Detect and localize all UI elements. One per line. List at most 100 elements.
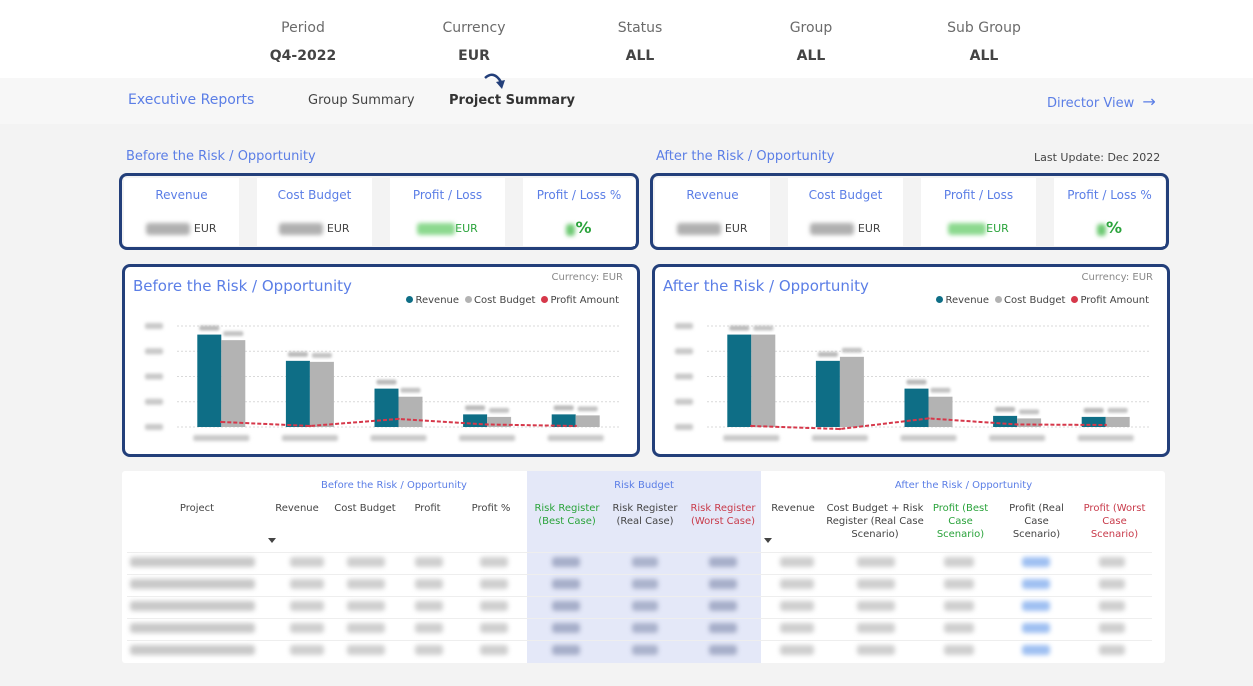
filter-value[interactable]: ALL (924, 48, 1044, 64)
chart-legend: Revenue Cost Budget Profit Amount (936, 295, 1149, 306)
table-cell (347, 645, 385, 655)
sort-down-icon[interactable] (268, 538, 276, 543)
col-profit-best[interactable]: Profit (Best Case Scenario) (928, 502, 993, 541)
point-profit-amount (220, 420, 223, 424)
risk-budget-band (527, 471, 761, 663)
filter-label: Sub Group (947, 20, 1021, 36)
col-profit-worst[interactable]: Profit (Worst Case Scenario) (1077, 502, 1152, 541)
table-cell (944, 623, 974, 633)
legend-profit-amount: Profit Amount (1071, 295, 1149, 306)
data-label-cost (1107, 407, 1128, 413)
kpi-label: Profit / Loss % (536, 188, 622, 202)
col-cost-rr[interactable]: Cost Budget + Risk Register (Real Case S… (825, 502, 925, 541)
point-profit-amount (308, 424, 312, 428)
nav-director-view[interactable]: Director View → (1047, 92, 1156, 111)
data-label-cost (223, 331, 244, 337)
kpi-unit: EUR (857, 222, 881, 235)
filter-bar: Period Q4-2022 Currency EUR Status ALL G… (0, 0, 1253, 78)
filter-value[interactable]: ALL (580, 48, 700, 64)
col-revenue-after[interactable]: Revenue (764, 502, 822, 515)
col-project[interactable]: Project (162, 502, 232, 515)
table-cell-project[interactable] (130, 601, 255, 611)
table-cell-project[interactable] (130, 557, 255, 567)
table-cell (415, 623, 443, 633)
col-profit-real[interactable]: Profit (Real Case Scenario) (1004, 502, 1069, 541)
kpi-label: Cost Budget (808, 188, 883, 202)
table-cell (632, 579, 658, 589)
data-label-revenue (553, 405, 574, 411)
point-profit-amount (1015, 423, 1019, 426)
col-rr-best[interactable]: Risk Register (Best Case) (532, 502, 602, 528)
tick-label (145, 323, 163, 329)
bar-revenue (463, 414, 488, 427)
filter-value[interactable]: EUR (414, 48, 534, 64)
kpi-pct-symbol: % (575, 218, 592, 237)
col-profit[interactable]: Profit (405, 502, 450, 515)
table-cell (552, 623, 580, 633)
filter-status[interactable]: Status ALL (580, 20, 700, 64)
tick-label (675, 323, 693, 329)
bar-cost-budget (1105, 416, 1130, 427)
bar-cost-budget (221, 340, 246, 427)
col-rr-worst[interactable]: Risk Register (Worst Case) (688, 502, 758, 528)
bar-revenue (727, 334, 752, 427)
table-cell (552, 557, 580, 567)
filter-label: Period (281, 20, 325, 36)
col-rr-real[interactable]: Risk Register (Real Case) (610, 502, 680, 528)
table-cell (552, 645, 580, 655)
col-cost-budget[interactable]: Cost Budget (330, 502, 400, 515)
row-divider (127, 618, 1152, 619)
filter-sub-group[interactable]: Sub Group ALL (924, 20, 1044, 64)
col-profit-pct[interactable]: Profit % (465, 502, 517, 515)
col-revenue[interactable]: Revenue (267, 502, 327, 515)
legend-revenue: Revenue (406, 295, 459, 306)
group-header-after: After the Risk / Opportunity (894, 480, 1033, 491)
row-divider (127, 552, 1152, 553)
chart-before: Before the Risk / Opportunity Currency: … (122, 264, 640, 457)
kpi-profit-loss: Profit / Loss EUR (921, 178, 1036, 246)
table-cell (944, 557, 974, 567)
nav-group-summary[interactable]: Group Summary (308, 93, 415, 108)
group-header-risk: Risk Budget (614, 480, 674, 491)
filter-value[interactable]: Q4-2022 (243, 48, 363, 64)
table-cell-project[interactable] (130, 579, 255, 589)
data-label-revenue (995, 406, 1016, 412)
kpi-value: EUR (788, 222, 903, 235)
bar-revenue (815, 360, 840, 427)
filter-group[interactable]: Group ALL (751, 20, 871, 64)
nav-executive-reports[interactable]: Executive Reports (128, 92, 254, 108)
kpi-value: EUR (390, 222, 505, 235)
table-cell (709, 623, 737, 633)
kpi-group-after: Revenue EUR Cost Budget EUR Profit / Los… (650, 173, 1169, 250)
sort-down-icon[interactable] (764, 538, 772, 543)
category-label (1077, 435, 1134, 441)
table-cell-project[interactable] (130, 645, 255, 655)
table-cell (857, 557, 895, 567)
kpi-label: Revenue (155, 188, 208, 202)
kpi-label: Profit / Loss (943, 188, 1014, 202)
table-cell (1022, 557, 1050, 567)
table-cell (415, 579, 443, 589)
filter-period[interactable]: Period Q4-2022 (243, 20, 363, 64)
table-cell (415, 601, 443, 611)
table-cell (480, 557, 508, 567)
data-label-revenue (729, 325, 750, 331)
filter-currency[interactable]: Currency EUR (414, 20, 534, 64)
tick-label (145, 424, 163, 430)
kpi-cost-budget: Cost Budget EUR (788, 178, 903, 246)
table-cell (1099, 557, 1125, 567)
filter-value[interactable]: ALL (751, 48, 871, 64)
point-profit-amount (574, 424, 577, 428)
chart-currency: Currency: EUR (1081, 272, 1153, 283)
category-label (193, 435, 250, 441)
chart-plot (675, 323, 1150, 441)
table-cell-project[interactable] (130, 623, 255, 633)
project-table: Before the Risk / Opportunity Risk Budge… (122, 471, 1165, 663)
data-label-cost (841, 347, 862, 353)
last-update: Last Update: Dec 2022 (1034, 151, 1161, 164)
nav-project-summary[interactable]: Project Summary (449, 93, 575, 108)
table-cell (552, 601, 580, 611)
tick-label (675, 348, 693, 355)
row-divider (127, 640, 1152, 641)
kpi-revenue: Revenue EUR (655, 178, 770, 246)
